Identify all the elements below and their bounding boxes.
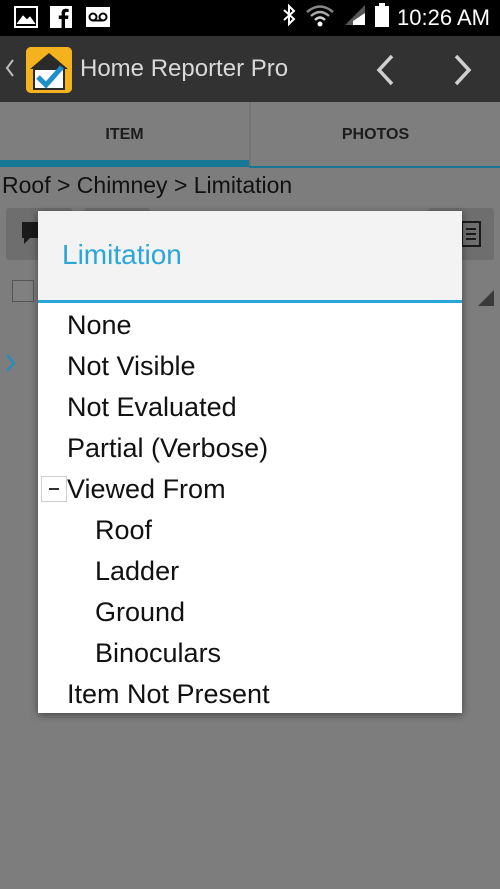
chevron-right-icon[interactable]: [4, 352, 16, 374]
app-logo[interactable]: [26, 47, 72, 93]
clock: 10:26 AM: [397, 4, 490, 30]
signal-icon: [343, 3, 367, 32]
option-not-evaluated[interactable]: Not Evaluated: [67, 391, 237, 423]
gallery-icon: [14, 6, 38, 28]
option-not-visible[interactable]: Not Visible: [67, 350, 196, 382]
system-icons: 10:26 AM: [281, 3, 490, 32]
option-item-not-present[interactable]: Item Not Present: [67, 678, 270, 710]
limitation-dialog: Limitation None Not Visible Not Evaluate…: [38, 211, 462, 713]
option-viewed-from[interactable]: Viewed From: [67, 473, 226, 505]
option-ladder[interactable]: Ladder: [95, 555, 179, 587]
wifi-icon: [305, 3, 335, 32]
facebook-icon: [50, 6, 74, 29]
tab-photos[interactable]: PHOTOS: [251, 102, 500, 168]
spinner-corner-icon: [478, 290, 494, 311]
option-binoculars[interactable]: Binoculars: [95, 637, 221, 669]
status-bar: 10:26 AM: [0, 0, 500, 36]
dialog-header: Limitation: [38, 211, 462, 300]
tab-selected-indicator: [0, 160, 249, 167]
bluetooth-icon: [281, 3, 297, 32]
option-ground[interactable]: Ground: [95, 596, 185, 628]
notification-icons: [14, 6, 110, 29]
option-partial-verbose[interactable]: Partial (Verbose): [67, 432, 268, 464]
option-none[interactable]: None: [67, 309, 132, 341]
tab-item[interactable]: ITEM: [0, 102, 249, 168]
next-chevron-icon[interactable]: [446, 50, 478, 90]
option-roof[interactable]: Roof: [95, 514, 152, 546]
collapse-icon[interactable]: [41, 476, 67, 502]
tab-bar: ITEM PHOTOS: [0, 102, 500, 168]
breadcrumb: Roof > Chimney > Limitation: [2, 172, 293, 198]
app-bar: Home Reporter Pro: [0, 36, 500, 102]
voicemail-icon: [86, 6, 110, 28]
app-title: Home Reporter Pro: [80, 55, 289, 82]
up-caret-icon[interactable]: [4, 56, 16, 80]
tab-underline: [249, 166, 500, 168]
item-checkbox[interactable]: [12, 280, 34, 302]
dialog-title-divider: [38, 300, 462, 303]
previous-chevron-icon[interactable]: [370, 50, 402, 90]
dialog-title: Limitation: [62, 239, 182, 270]
battery-icon: [375, 3, 390, 32]
